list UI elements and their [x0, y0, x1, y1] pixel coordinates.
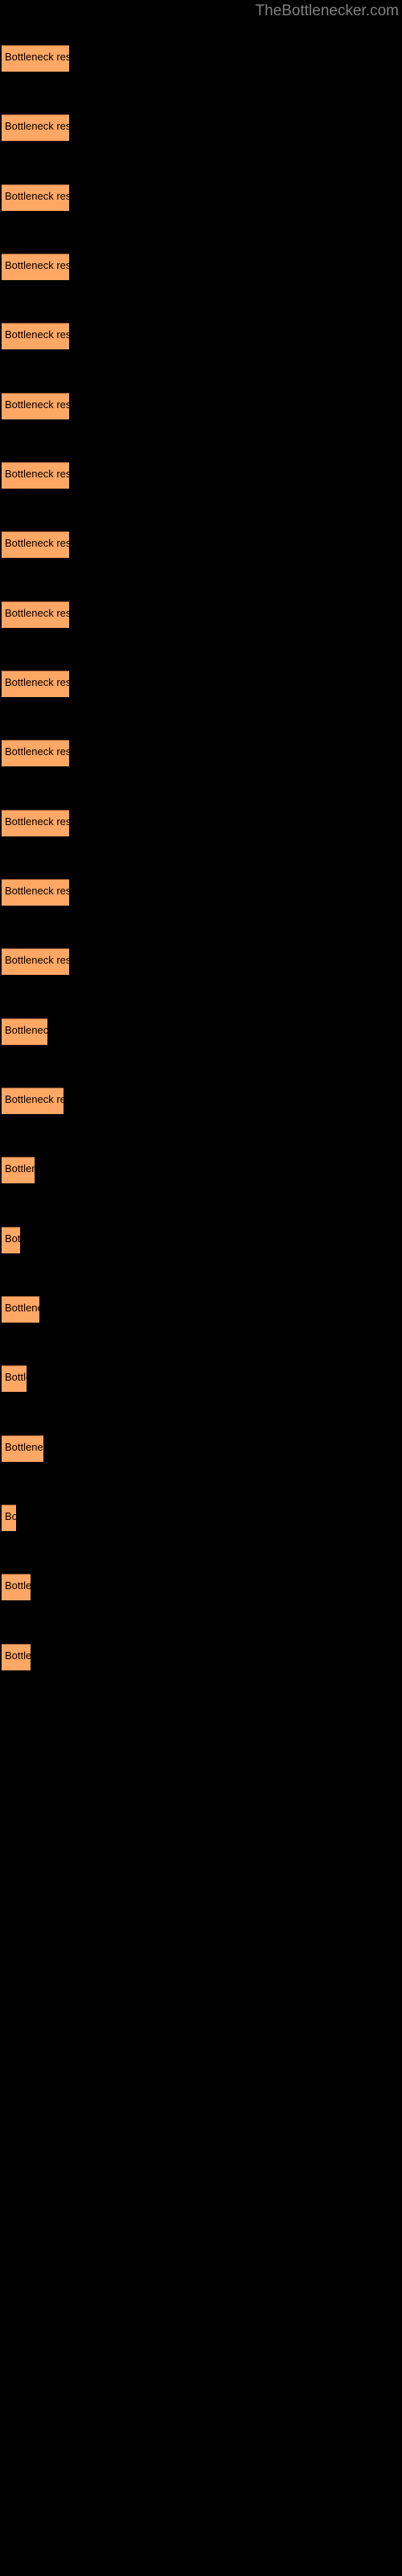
bottleneck-result-bar[interactable]: Bottleneck result — [2, 1574, 31, 1600]
bottleneck-result-bar[interactable]: Bottleneck result — [2, 1296, 39, 1323]
bar-label: Bottleneck result — [5, 1579, 31, 1591]
bar-row: Bottleneck result — [0, 45, 402, 72]
bottleneck-result-bar[interactable]: Bottleneck result — [2, 45, 69, 72]
bar-row: Bottleneck result — [0, 1296, 402, 1323]
bar-row: Bottleneck result — [0, 810, 402, 836]
bottleneck-result-bar[interactable]: Bottleneck result — [2, 1435, 43, 1462]
bar-row: Bottleneck result — [0, 1505, 402, 1531]
bar-row: Bottleneck result — [0, 1574, 402, 1600]
bar-label: Bottleneck result — [5, 190, 69, 202]
bottleneck-result-bar[interactable]: Bottleneck result — [2, 948, 69, 975]
bar-row: Bottleneck result — [0, 879, 402, 906]
bar-row: Bottleneck result — [0, 948, 402, 975]
bar-label: Bottleneck result — [5, 676, 69, 688]
bar-row: Bottleneck result — [0, 671, 402, 697]
bar-label: Bottleneck result — [5, 1093, 64, 1105]
bar-label: Bottleneck result — [5, 468, 69, 480]
bar-row: Bottleneck result — [0, 114, 402, 141]
bottleneck-result-bar[interactable]: Bottleneck result — [2, 810, 69, 836]
page-root: TheBottlenecker.com Bottleneck resultBot… — [0, 0, 402, 2576]
bottleneck-result-bar[interactable]: Bottleneck result — [2, 879, 69, 906]
bar-row: Bottleneck result — [0, 323, 402, 349]
bar-row: Bottleneck result — [0, 254, 402, 280]
bar-row: Bottleneck result — [0, 531, 402, 558]
bottleneck-result-bar[interactable]: Bottleneck result — [2, 184, 69, 211]
bottleneck-result-bar[interactable]: Bottleneck result — [2, 1088, 64, 1114]
bar-label: Bottleneck result — [5, 885, 69, 897]
bottleneck-result-bar[interactable]: Bottleneck result — [2, 114, 69, 141]
bar-label: Bottleneck result — [5, 607, 69, 619]
bar-label: Bottleneck result — [5, 1024, 47, 1036]
bottleneck-result-bar[interactable]: Bottleneck result — [2, 1365, 27, 1392]
bar-label: Bottleneck result — [5, 259, 69, 271]
bottleneck-result-bar[interactable]: Bottleneck result — [2, 1227, 20, 1253]
bottleneck-result-bar[interactable]: Bottleneck result — [2, 740, 69, 766]
bar-row: Bottleneck result — [0, 1088, 402, 1114]
bar-row: Bottleneck result — [0, 1157, 402, 1183]
bar-label: Bottleneck result — [5, 1510, 16, 1522]
bar-label: Bottleneck result — [5, 51, 69, 63]
bottleneck-result-bar[interactable]: Bottleneck result — [2, 1644, 31, 1670]
bar-label: Bottleneck result — [5, 1649, 31, 1662]
bar-row: Bottleneck result — [0, 1227, 402, 1253]
bar-label: Bottleneck result — [5, 1302, 39, 1314]
bar-row: Bottleneck result — [0, 740, 402, 766]
bar-label: Bottleneck result — [5, 954, 69, 966]
bar-label: Bottleneck result — [5, 745, 69, 758]
bar-label: Bottleneck result — [5, 1441, 43, 1453]
bar-label: Bottleneck result — [5, 328, 69, 341]
bottleneck-result-bar[interactable]: Bottleneck result — [2, 601, 69, 628]
bar-row: Bottleneck result — [0, 1435, 402, 1462]
bottleneck-result-bar[interactable]: Bottleneck result — [2, 254, 69, 280]
bottleneck-result-bar[interactable]: Bottleneck result — [2, 671, 69, 697]
bar-label: Bottleneck result — [5, 120, 69, 132]
bar-label: Bottleneck result — [5, 537, 69, 549]
bottleneck-result-bar[interactable]: Bottleneck result — [2, 1505, 16, 1531]
bottleneck-result-bar[interactable]: Bottleneck result — [2, 323, 69, 349]
bar-label: Bottleneck result — [5, 1371, 27, 1383]
bottleneck-result-bar[interactable]: Bottleneck result — [2, 1018, 47, 1045]
bar-label: Bottleneck result — [5, 815, 69, 828]
bar-row: Bottleneck result — [0, 1365, 402, 1392]
bottleneck-result-bar[interactable]: Bottleneck result — [2, 462, 69, 489]
bottleneck-result-bar[interactable]: Bottleneck result — [2, 531, 69, 558]
bottleneck-bar-chart: Bottleneck result Bottleneck result Bottle… — [0, 0, 402, 1723]
bar-row: Bottleneck result — [0, 462, 402, 489]
bar-row: Bottleneck result — [0, 1644, 402, 1670]
bar-row: Bottleneck result — [0, 1018, 402, 1045]
bottleneck-result-bar[interactable]: Bottleneck result — [2, 393, 69, 419]
bar-label: Bottleneck result — [5, 1162, 35, 1174]
bar-label: Bottleneck result — [5, 398, 69, 411]
bar-row: Bottleneck result — [0, 393, 402, 419]
bar-row: Bottleneck result — [0, 184, 402, 211]
bar-row: Bottleneck result — [0, 601, 402, 628]
bar-label: Bottleneck result — [5, 1232, 20, 1245]
bottleneck-result-bar[interactable]: Bottleneck result — [2, 1157, 35, 1183]
